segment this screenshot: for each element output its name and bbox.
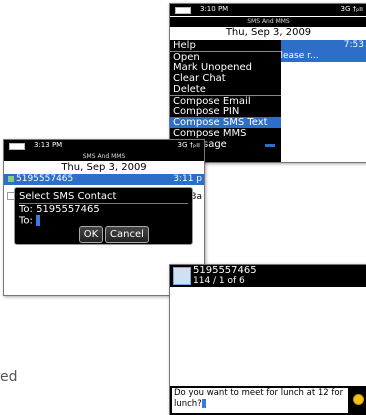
menu-item-compose-email[interactable]: Compose Email bbox=[170, 95, 281, 107]
character-counter: 114 / 1 of 6 bbox=[193, 276, 245, 286]
message-time: 7:53 bbox=[343, 40, 364, 50]
conversation-time: 3:11 p bbox=[173, 174, 202, 184]
menu-item-delete[interactable]: Delete bbox=[170, 84, 281, 95]
screen-compose-sms: 5195557465 114 / 1 of 6 Do you want to m… bbox=[169, 264, 366, 415]
conversation-row[interactable]: 5195557465 3:11 p bbox=[4, 174, 204, 185]
battery-icon bbox=[175, 7, 191, 14]
contact-number: 5195557465 bbox=[193, 265, 257, 276]
status-time: 3:13 PM bbox=[34, 141, 63, 149]
menu-item-compose-pin[interactable]: Compose PIN bbox=[170, 106, 281, 117]
dialog-title: Select SMS Contact bbox=[19, 191, 117, 202]
ok-button[interactable]: OK bbox=[79, 226, 103, 243]
text-cursor bbox=[36, 215, 41, 226]
status-time: 3:10 PM bbox=[200, 5, 229, 13]
signal-icon: 3G †ₚıı bbox=[340, 5, 364, 13]
sms-icon bbox=[8, 176, 14, 182]
message-input[interactable]: Do you want to meet for lunch at 12 for … bbox=[172, 388, 348, 413]
compose-bar: Do you want to meet for lunch at 12 for … bbox=[170, 386, 366, 415]
text-cursor bbox=[201, 399, 206, 408]
battery-icon bbox=[9, 143, 25, 150]
status-bar: 3:13 PM 3G †ₚıı bbox=[4, 140, 204, 152]
date-header: Thu, Sep 3, 2009 bbox=[170, 27, 366, 39]
dialog-buttons: OK Cancel bbox=[70, 226, 150, 243]
select-contact-dialog: Select SMS Contact To: 5195557465 To: OK… bbox=[14, 187, 193, 245]
emoticon-icon[interactable] bbox=[353, 394, 364, 405]
menu-item-mark-unopened[interactable]: Mark Unopened bbox=[170, 62, 281, 73]
scroll-indicator-icon bbox=[265, 144, 275, 147]
signal-icon: 3G †ₚıı bbox=[177, 141, 201, 149]
conversation-number: 5195557465 bbox=[16, 174, 74, 184]
compose-header: 5195557465 114 / 1 of 6 bbox=[170, 265, 366, 287]
app-title: SMS And MMS bbox=[4, 152, 204, 161]
recipient-input-row[interactable]: To: bbox=[19, 215, 41, 227]
date-header: Thu, Sep 3, 2009 bbox=[4, 161, 204, 174]
menu-item-compose-sms[interactable]: Compose SMS Text bbox=[170, 117, 281, 128]
status-bar: 3:10 PM 3G †ₚıı bbox=[170, 4, 366, 16]
app-title: SMS And MMS bbox=[170, 17, 366, 27]
menu-item-help[interactable]: Help bbox=[170, 40, 281, 51]
contact-avatar-icon bbox=[173, 267, 191, 285]
menu-item-compose-mms[interactable]: Compose MMS bbox=[170, 128, 281, 139]
menu-item-open[interactable]: Open bbox=[170, 51, 281, 63]
recipient-line: To: 5195557465 bbox=[19, 204, 100, 215]
menu-item-clear-chat[interactable]: Clear Chat bbox=[170, 73, 281, 84]
cancel-button[interactable]: Cancel bbox=[105, 226, 149, 243]
page-text-fragment: ed bbox=[0, 369, 18, 385]
message-history-area bbox=[170, 287, 366, 386]
